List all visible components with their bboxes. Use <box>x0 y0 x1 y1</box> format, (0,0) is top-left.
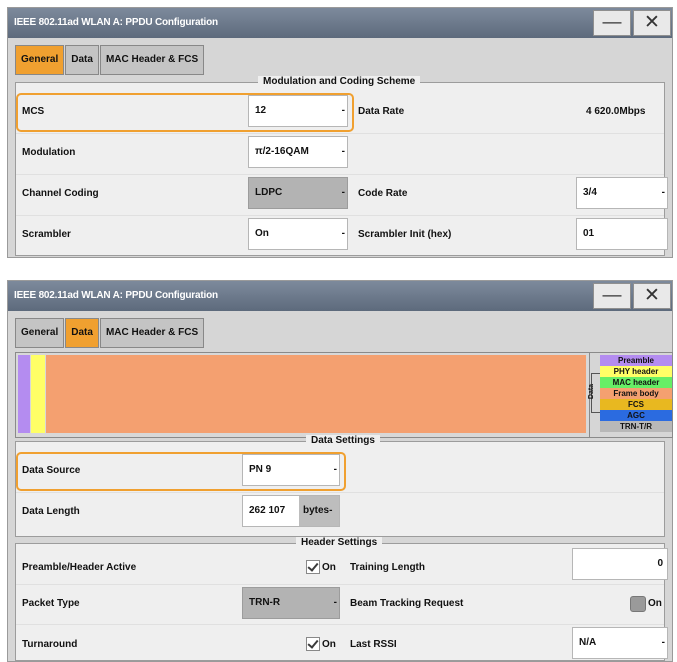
channel-coding-value: LDPC <box>255 187 283 198</box>
data-segment <box>46 355 586 433</box>
ppdu-frame-graphic <box>15 352 591 438</box>
tab-data[interactable]: Data <box>65 45 99 75</box>
frame-legend: Data Preamble PHY header MAC header Frame b… <box>588 352 673 438</box>
minimize-button[interactable]: — <box>593 283 631 309</box>
chevron-down-icon: - <box>661 187 665 198</box>
minimize-button[interactable]: — <box>593 10 631 36</box>
row-divider <box>16 584 664 585</box>
ppdu-config-window-general: IEEE 802.11ad WLAN A: PPDU Configuration… <box>7 7 673 258</box>
legend-item: MAC header <box>600 377 672 388</box>
legend-item: Preamble <box>600 355 672 366</box>
legend-data-label: Data <box>588 383 596 400</box>
chevron-down-icon: - <box>341 228 345 239</box>
legend-item: FCS <box>600 399 672 410</box>
beam-tracking-request-label: Beam Tracking Request <box>350 598 464 609</box>
turnaround-checkbox[interactable] <box>306 637 320 651</box>
mcs-label: MCS <box>22 106 45 117</box>
scrambler-value: On <box>255 228 269 239</box>
chevron-down-icon: - <box>341 146 345 157</box>
packet-type-field[interactable]: TRN-R - <box>242 587 340 619</box>
training-length-value: 0 <box>657 558 663 569</box>
beam-tracking-request-state: On <box>648 598 662 609</box>
data-length-unit[interactable]: bytes- <box>299 496 339 526</box>
turnaround-label: Turnaround <box>22 639 78 650</box>
phy-header-segment <box>31 355 45 433</box>
data-source-value: PN 9 <box>249 464 272 475</box>
scrambler-init-value: 01 <box>583 228 595 239</box>
ppdu-config-window-data: IEEE 802.11ad WLAN A: PPDU Configuration… <box>7 280 673 662</box>
training-length-label: Training Length <box>350 562 425 573</box>
row-divider <box>16 624 664 625</box>
data-rate-label: Data Rate <box>358 106 405 117</box>
preamble-header-active-state: On <box>322 562 336 573</box>
data-rate-value: 4 620.0Mbps <box>586 106 646 117</box>
data-length-field[interactable]: 262 107 bytes- <box>242 495 340 527</box>
tab-general[interactable]: General <box>15 318 65 348</box>
chevron-down-icon: - <box>341 187 345 198</box>
window-title: IEEE 802.11ad WLAN A: PPDU Configuration <box>14 290 218 301</box>
window-title: IEEE 802.11ad WLAN A: PPDU Configuration <box>14 17 218 28</box>
data-length-value: 262 107 <box>249 505 286 516</box>
packet-type-value: TRN-R <box>249 597 281 608</box>
scrambler-init-field[interactable]: 01 <box>576 218 668 250</box>
beam-tracking-request-toggle[interactable] <box>630 596 646 612</box>
scrambler-init-label: Scrambler Init (hex) <box>358 229 452 240</box>
row-divider <box>16 174 664 175</box>
scrambler-field[interactable]: On - <box>248 218 348 250</box>
code-rate-field[interactable]: 3/4 - <box>576 177 668 209</box>
last-rssi-field[interactable]: N/A - <box>572 627 668 659</box>
preamble-header-active-checkbox[interactable] <box>306 560 320 574</box>
scrambler-label: Scrambler <box>22 229 71 240</box>
chevron-down-icon: - <box>329 505 333 516</box>
packet-type-label: Packet Type <box>22 598 80 609</box>
modulation-label: Modulation <box>22 147 76 158</box>
training-length-field[interactable]: 0 <box>572 548 668 580</box>
preamble-segment <box>18 355 30 433</box>
modulation-coding-panel: Modulation and Coding Scheme MCS 12 - Da… <box>15 76 668 256</box>
data-settings-panel: Data Settings Data Source PN 9 - Data Le… <box>15 435 665 537</box>
data-source-field[interactable]: PN 9 - <box>242 454 340 486</box>
close-button[interactable]: ✕ <box>633 10 671 36</box>
title-bar: IEEE 802.11ad WLAN A: PPDU Configuration… <box>8 281 672 311</box>
modulation-field[interactable]: π/2-16QAM - <box>248 136 348 168</box>
turnaround-state: On <box>322 639 336 650</box>
close-button[interactable]: ✕ <box>633 283 671 309</box>
section-title-modulation: Modulation and Coding Scheme <box>258 76 421 87</box>
code-rate-label: Code Rate <box>358 188 408 199</box>
legend-item: PHY header <box>600 366 672 377</box>
tab-bar: General Data MAC Header & FCS <box>15 318 205 348</box>
chevron-down-icon: - <box>661 637 665 648</box>
legend-item: AGC <box>600 410 672 421</box>
last-rssi-value: N/A <box>579 637 597 648</box>
mcs-value: 12 <box>255 105 267 116</box>
tab-bar: General Data MAC Header & FCS <box>15 45 205 75</box>
code-rate-value: 3/4 <box>583 187 597 198</box>
channel-coding-label: Channel Coding <box>22 188 99 199</box>
data-length-label: Data Length <box>22 506 80 517</box>
row-divider <box>16 133 664 134</box>
modulation-value: π/2-16QAM <box>255 146 309 157</box>
legend-item: Frame body <box>600 388 672 399</box>
row-divider <box>16 492 664 493</box>
section-title-header-settings: Header Settings <box>296 537 383 548</box>
tab-mac-header-fcs[interactable]: MAC Header & FCS <box>99 318 205 348</box>
legend-items: Preamble PHY header MAC header Frame body FC… <box>600 355 672 437</box>
tab-data[interactable]: Data <box>65 318 99 348</box>
chevron-down-icon: - <box>333 464 337 475</box>
chevron-down-icon: - <box>341 105 345 116</box>
preamble-header-active-label: Preamble/Header Active <box>22 562 137 573</box>
tab-mac-header-fcs[interactable]: MAC Header & FCS <box>99 45 205 75</box>
data-length-unit-label: bytes <box>303 505 330 516</box>
data-source-label: Data Source <box>22 465 81 476</box>
chevron-down-icon: - <box>333 597 337 608</box>
mcs-field[interactable]: 12 - <box>248 95 348 127</box>
title-bar: IEEE 802.11ad WLAN A: PPDU Configuration… <box>8 8 672 38</box>
section-title-data-settings: Data Settings <box>306 435 380 446</box>
header-settings-panel: Header Settings Preamble/Header Active O… <box>15 537 668 661</box>
tab-general[interactable]: General <box>15 45 65 75</box>
channel-coding-field[interactable]: LDPC - <box>248 177 348 209</box>
row-divider <box>16 215 664 216</box>
last-rssi-label: Last RSSI <box>350 639 397 650</box>
legend-item: TRN-T/R <box>600 421 672 432</box>
